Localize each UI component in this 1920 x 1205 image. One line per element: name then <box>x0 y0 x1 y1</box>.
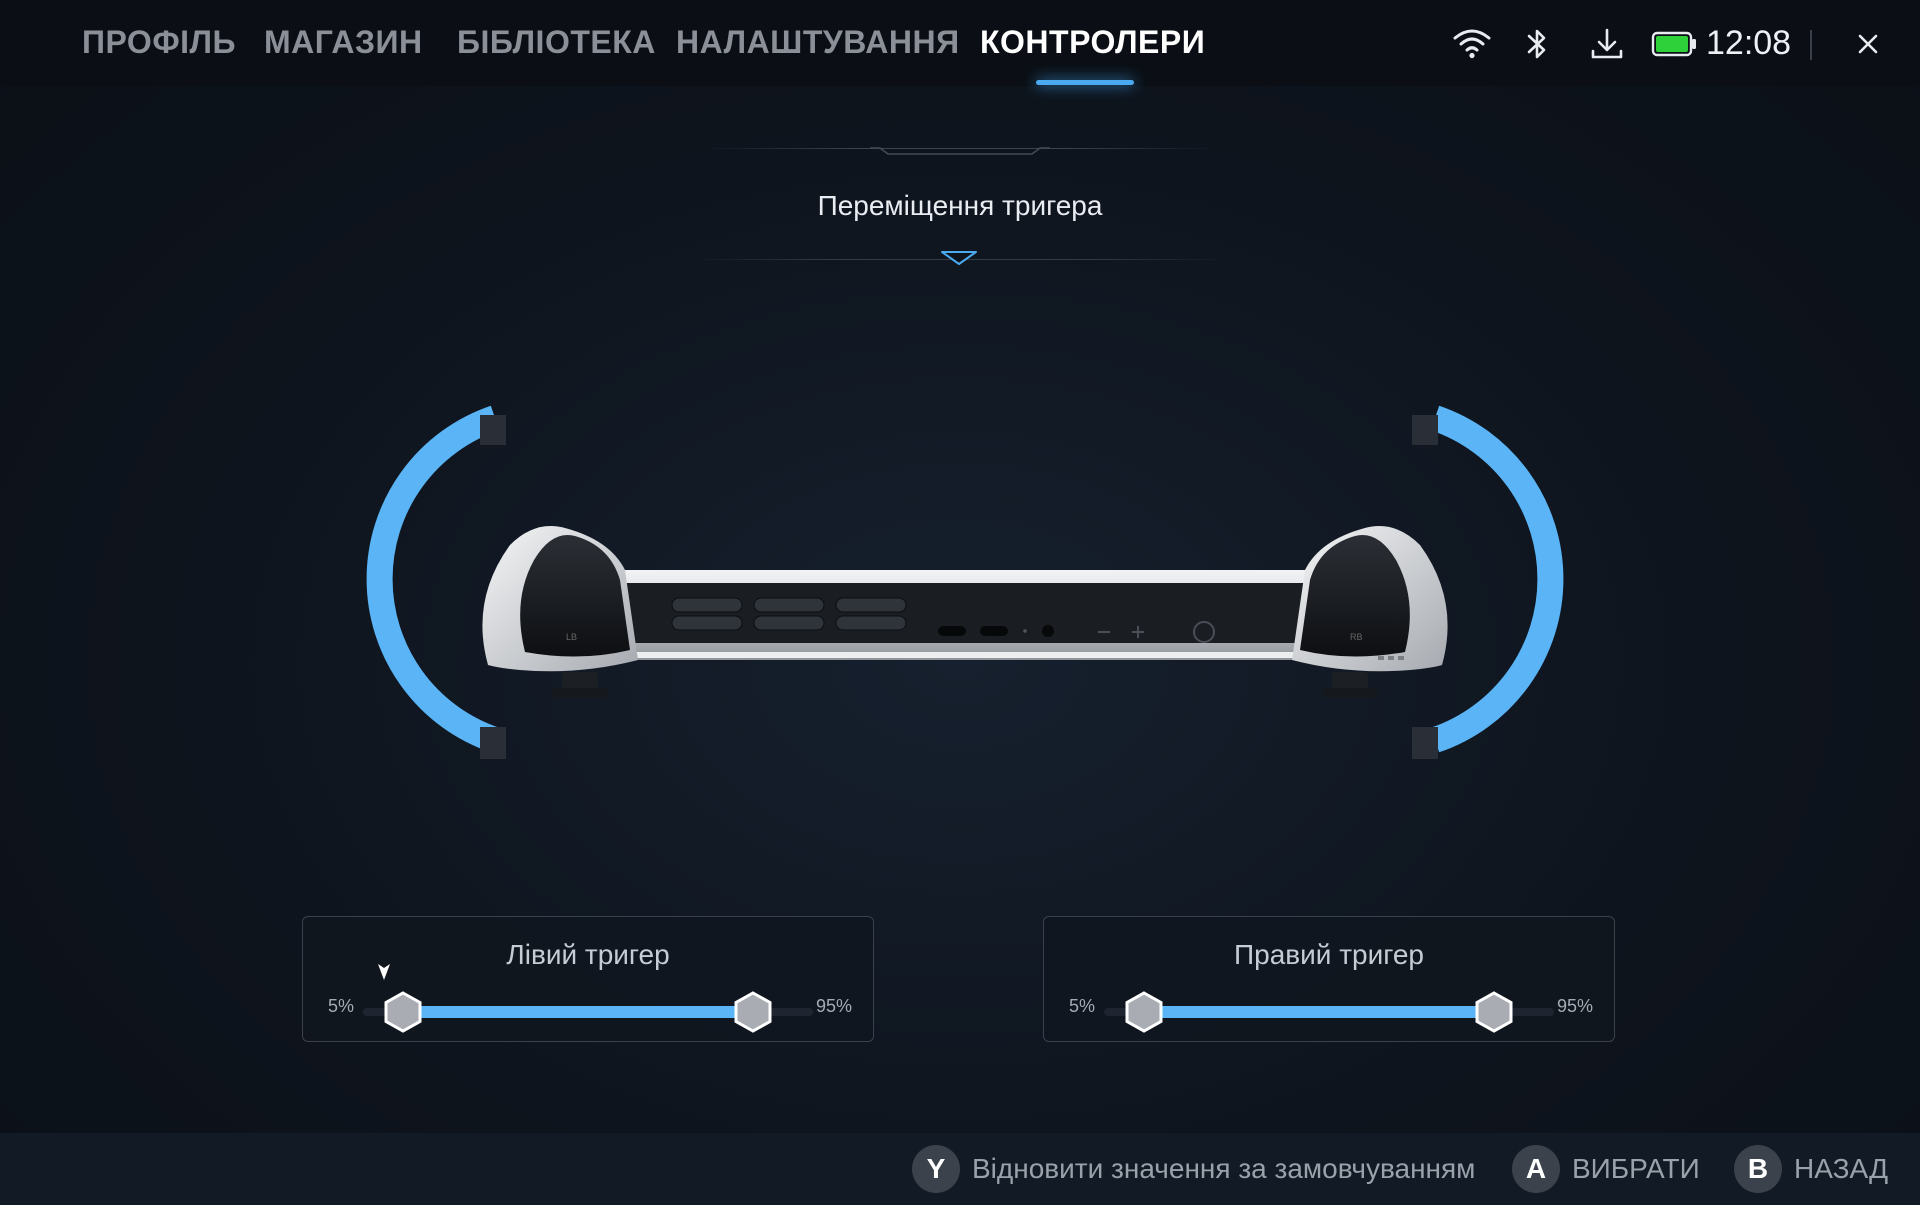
restore-defaults-hint[interactable]: Y Відновити значення за замовчуванням <box>912 1145 1475 1193</box>
back-hint[interactable]: B НАЗАД <box>1734 1145 1888 1193</box>
select-label: ВИБРАТИ <box>1572 1153 1700 1184</box>
left-trigger-min-thumb[interactable] <box>381 990 425 1034</box>
handheld-device-illustration: LB RB <box>366 405 1564 759</box>
right-trigger-panel: Правий тригер 5% 95% <box>1043 916 1615 1042</box>
restore-defaults-label: Відновити значення за замовчуванням <box>972 1153 1476 1184</box>
left-trigger-range-fill <box>403 1006 753 1018</box>
clock: 12:08 <box>1706 24 1792 62</box>
back-label: НАЗАД <box>1794 1153 1889 1184</box>
right-trigger-max-thumb[interactable] <box>1472 990 1516 1034</box>
wifi-icon[interactable] <box>1452 26 1492 62</box>
battery-icon <box>1651 26 1697 62</box>
svg-text:RB: RB <box>1350 632 1363 642</box>
section-title: Переміщення тригера <box>817 190 1103 221</box>
left-trigger-max-label: 95% <box>816 996 853 1016</box>
active-tab-indicator <box>1036 80 1134 85</box>
left-trigger-panel: Лівий тригер 5% 95% <box>302 916 874 1042</box>
left-trigger-max-thumb[interactable] <box>731 990 775 1034</box>
bluetooth-icon[interactable] <box>1520 26 1554 62</box>
right-trigger-title: Правий тригер <box>1234 939 1424 970</box>
a-button-icon: A <box>1512 1145 1560 1193</box>
tab-profile[interactable]: ПРОФІЛЬ <box>82 24 236 61</box>
right-trigger-min-label: 5% <box>1069 996 1096 1016</box>
tab-store[interactable]: МАГАЗИН <box>264 24 423 61</box>
download-icon[interactable] <box>1588 26 1626 62</box>
svg-text:LB: LB <box>566 632 577 642</box>
focus-pointer-icon <box>378 964 390 980</box>
left-trigger-arc <box>366 405 500 753</box>
tab-settings[interactable]: НАЛАШТУВАННЯ <box>676 24 960 61</box>
right-trigger-min-thumb[interactable] <box>1122 990 1166 1034</box>
tab-library[interactable]: БІБЛІОТЕКА <box>457 24 656 61</box>
dropdown-triangle-icon[interactable] <box>940 250 978 266</box>
y-button-icon: Y <box>912 1145 960 1193</box>
right-trigger-max-label: 95% <box>1557 996 1594 1016</box>
header-notch-decoration <box>870 147 1050 155</box>
select-hint[interactable]: A ВИБРАТИ <box>1512 1145 1700 1193</box>
right-trigger-range-fill <box>1144 1006 1494 1018</box>
close-icon[interactable] <box>1850 26 1886 62</box>
tab-controllers[interactable]: КОНТРОЛЕРИ <box>980 24 1205 61</box>
left-trigger-min-label: 5% <box>328 996 355 1016</box>
b-button-icon: B <box>1734 1145 1782 1193</box>
status-divider <box>1810 30 1812 60</box>
right-trigger-arc <box>1430 405 1564 753</box>
